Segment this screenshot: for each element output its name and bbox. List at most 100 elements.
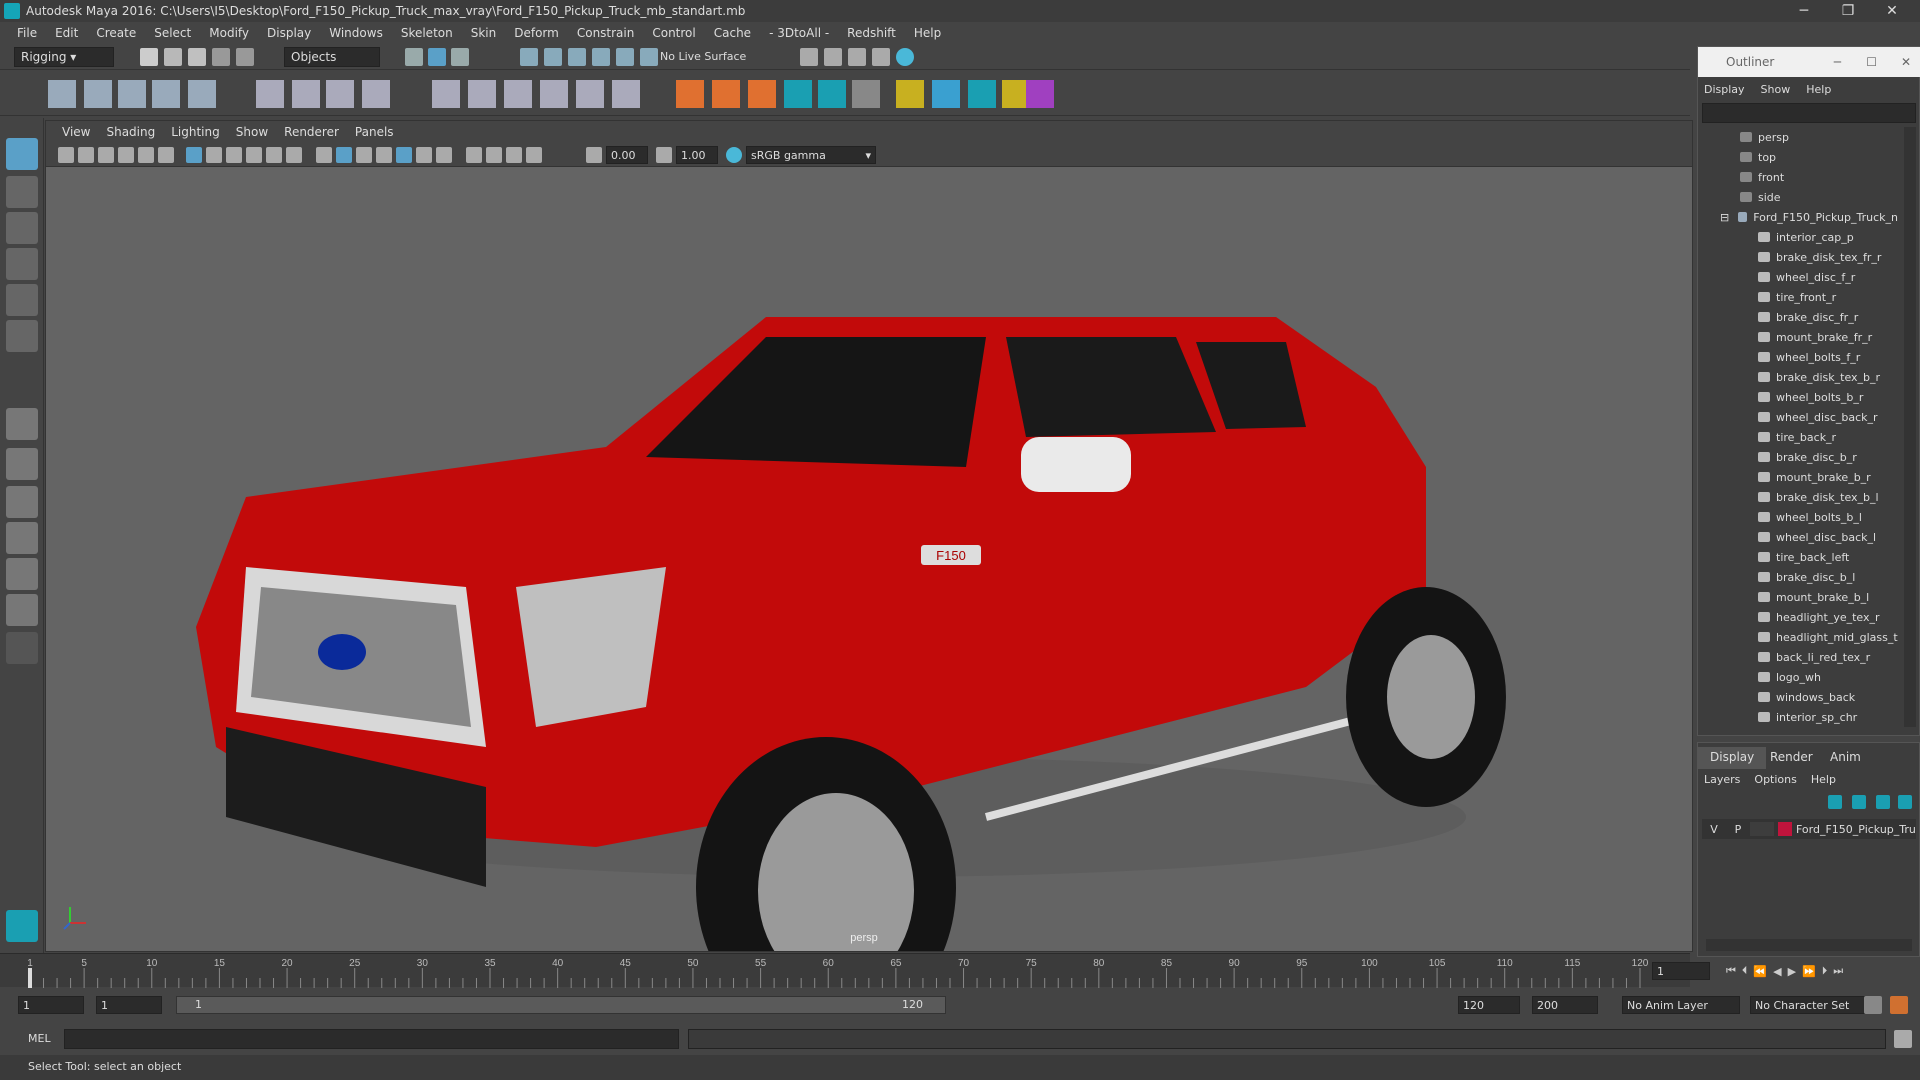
single-perspective-icon[interactable]	[6, 408, 38, 440]
render-settings-icon[interactable]	[800, 48, 818, 66]
use-all-lights-icon[interactable]	[396, 147, 412, 163]
play-backward-icon[interactable]: ◀	[1773, 965, 1781, 978]
four-view-icon[interactable]	[6, 448, 38, 480]
play-forward-icon[interactable]: ▶	[1788, 965, 1796, 978]
hypershade-icon[interactable]	[896, 48, 914, 66]
scale-tool-icon[interactable]	[6, 320, 38, 352]
truck-model[interactable]: F150	[196, 317, 1506, 952]
outliner-mesh-item[interactable]: wheel_disc_back_l	[1698, 527, 1898, 547]
film-gate-icon[interactable]	[206, 147, 222, 163]
menu-13[interactable]: - 3DtoAll -	[760, 26, 838, 40]
xray-components-icon[interactable]	[526, 147, 542, 163]
maximize-button[interactable]: ❐	[1828, 0, 1868, 22]
exposure-icon[interactable]	[586, 147, 602, 163]
lasso-tool-icon[interactable]	[6, 176, 38, 208]
outliner-mesh-item[interactable]: tire_back_r	[1698, 427, 1898, 447]
script-editor-icon[interactable]	[1894, 1030, 1912, 1048]
current-frame-field[interactable]: 1	[1652, 962, 1710, 980]
scene-start-field[interactable]: 1	[18, 996, 84, 1014]
outliner-minimize-button[interactable]: ─	[1834, 55, 1841, 69]
shadows-icon[interactable]	[416, 147, 432, 163]
outliner-mesh-item[interactable]: mount_brake_fr_r	[1698, 327, 1898, 347]
joint-tool-icon[interactable]	[48, 80, 76, 108]
grease-pencil-icon[interactable]	[158, 147, 174, 163]
move-up-icon[interactable]	[1876, 795, 1890, 809]
redshift-render-icon[interactable]	[968, 80, 996, 108]
undo-icon[interactable]	[212, 48, 230, 66]
color-management-icon[interactable]	[726, 147, 742, 163]
step-back-frame-icon[interactable]: ⏴	[1742, 964, 1748, 978]
layer-visibility-toggle[interactable]: V	[1702, 823, 1726, 836]
outliner-mesh-item[interactable]: wheel_disc_f_r	[1698, 267, 1898, 287]
time-slider[interactable]: 1 5 10 15 20 25 30 35 40 45 50 55 60 65 70 75 80 85 90 95 10…	[0, 953, 1690, 988]
camera-icon[interactable]	[58, 147, 74, 163]
layer-tab-0[interactable]: Display	[1698, 747, 1767, 769]
gamma-icon[interactable]	[656, 147, 672, 163]
outliner-mesh-item[interactable]: interior_cap_p	[1698, 227, 1898, 247]
step-forward-key-icon[interactable]: ⏩	[1802, 965, 1816, 978]
layer-row[interactable]: V P Ford_F150_Pickup_Tru	[1702, 819, 1916, 839]
open-scene-icon[interactable]	[164, 48, 182, 66]
view-transform-dropdown[interactable]: sRGB gamma ▾	[746, 146, 876, 164]
outliner-mesh-item[interactable]: brake_disk_tex_fr_r	[1698, 247, 1898, 267]
outliner-menu-0[interactable]: Display	[1704, 83, 1745, 96]
select-component-icon[interactable]	[451, 48, 469, 66]
persp-graph-icon[interactable]	[6, 522, 38, 554]
render-frame-icon[interactable]	[848, 48, 866, 66]
layer-menu-2[interactable]: Help	[1811, 773, 1836, 786]
layout-icon[interactable]	[6, 594, 38, 626]
close-button[interactable]: ✕	[1872, 0, 1912, 22]
scene-canvas[interactable]: F150 persp	[46, 167, 1693, 952]
viewport-menu-1[interactable]: Shading	[98, 125, 163, 139]
outliner-mesh-item[interactable]: interior_sp_chr	[1698, 707, 1898, 727]
snap-point-icon[interactable]	[568, 48, 586, 66]
outliner-maximize-button[interactable]: ☐	[1866, 55, 1877, 69]
new-scene-icon[interactable]	[140, 48, 158, 66]
save-scene-icon[interactable]	[188, 48, 206, 66]
script-icon[interactable]	[852, 80, 880, 108]
outliner-mesh-item[interactable]: tire_front_r	[1698, 287, 1898, 307]
gate-mask-icon[interactable]	[246, 147, 262, 163]
exposure-field[interactable]: 0.00	[606, 146, 648, 164]
field-chart-icon[interactable]	[266, 147, 282, 163]
playback-start-field[interactable]: 1	[96, 996, 162, 1014]
character-set-dropdown[interactable]: No Character Set	[1750, 996, 1868, 1014]
wireframe-icon[interactable]	[316, 147, 332, 163]
outliner-mesh-item[interactable]: wheel_bolts_b_r	[1698, 387, 1898, 407]
auto-key-icon[interactable]	[1864, 996, 1882, 1014]
move-down-icon[interactable]	[1898, 795, 1912, 809]
snap-grid-icon[interactable]	[520, 48, 538, 66]
orient-joint-icon[interactable]	[188, 80, 216, 108]
menu-8[interactable]: Skin	[462, 26, 506, 40]
select-mode-dropdown[interactable]: Objects	[284, 47, 380, 67]
menu-9[interactable]: Deform	[505, 26, 568, 40]
outliner-scrollbar[interactable]	[1904, 127, 1916, 727]
ik-handle-icon[interactable]	[84, 80, 112, 108]
snap-curve-icon[interactable]	[544, 48, 562, 66]
outliner-search-field[interactable]	[1702, 103, 1916, 123]
custom-layout-icon[interactable]	[6, 632, 38, 664]
redshift-light-icon[interactable]	[896, 80, 924, 108]
layer-color-swatch[interactable]	[1778, 822, 1792, 836]
persp-hypershade-icon[interactable]	[6, 558, 38, 590]
viewport-menu-3[interactable]: Show	[228, 125, 276, 139]
point-constraint-icon[interactable]	[432, 80, 460, 108]
layer-display-type[interactable]	[1750, 822, 1774, 836]
command-input[interactable]	[64, 1029, 679, 1049]
redshift-camera-icon[interactable]	[932, 80, 960, 108]
outliner-mesh-item[interactable]: windows_back	[1698, 687, 1898, 707]
outliner-mesh-item[interactable]: back_li_red_tex_r	[1698, 647, 1898, 667]
redshift-rv-icon[interactable]	[1026, 80, 1054, 108]
layer-playback-toggle[interactable]: P	[1726, 823, 1750, 836]
redo-icon[interactable]	[236, 48, 254, 66]
paint-weights-icon[interactable]	[292, 80, 320, 108]
outliner-mesh-item[interactable]: logo_wh	[1698, 667, 1898, 687]
ipr-render-icon[interactable]	[872, 48, 890, 66]
outliner-mesh-item[interactable]: brake_disc_fr_r	[1698, 307, 1898, 327]
playback-end-field[interactable]: 120	[1458, 996, 1520, 1014]
orient-constraint-icon[interactable]	[504, 80, 532, 108]
layer-menu-0[interactable]: Layers	[1704, 773, 1740, 786]
menu-15[interactable]: Help	[905, 26, 950, 40]
xray-icon[interactable]	[486, 147, 502, 163]
select-object-icon[interactable]	[428, 48, 446, 66]
